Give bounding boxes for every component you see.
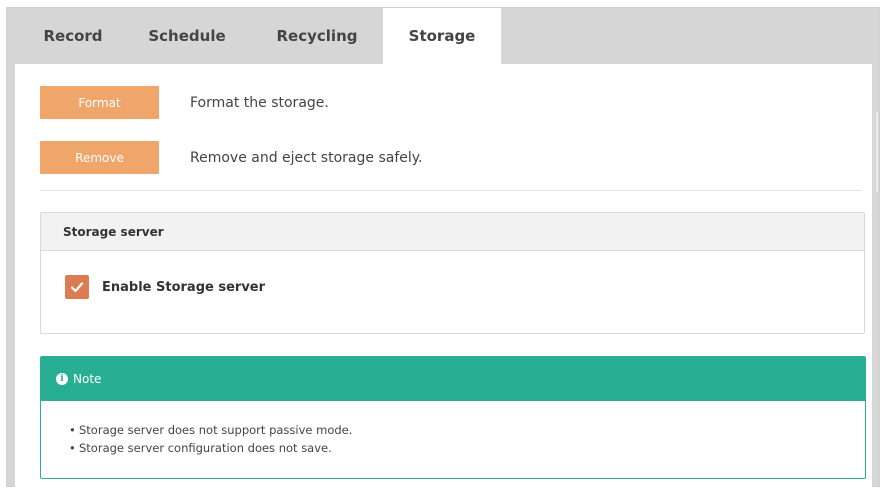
note-panel: i Note • Storage server does not support… [40, 356, 866, 479]
format-button[interactable]: Format [40, 86, 159, 119]
tab-storage[interactable]: Storage [383, 8, 501, 64]
format-row: Format Format the storage. [40, 86, 329, 119]
format-description: Format the storage. [190, 94, 329, 111]
tab-recycling[interactable]: Recycling [263, 8, 371, 64]
scroll-edge [876, 112, 878, 192]
note-item-text: Storage server does not support passive … [79, 423, 353, 437]
settings-frame: Record Schedule Recycling Storage Format… [6, 7, 880, 488]
storage-content: Format Format the storage. Remove Remove… [15, 64, 872, 488]
list-item: • Storage server configuration does not … [69, 441, 332, 455]
note-item-text: Storage server configuration does not sa… [79, 441, 332, 455]
tab-record[interactable]: Record [25, 8, 121, 64]
note-body: • Storage server does not support passiv… [41, 401, 865, 457]
note-title: Note [73, 372, 102, 386]
enable-storage-server-checkbox[interactable] [65, 275, 89, 299]
remove-row: Remove Remove and eject storage safely. [40, 141, 422, 174]
list-item: • Storage server does not support passiv… [69, 423, 353, 437]
tab-bar: Record Schedule Recycling Storage [7, 8, 879, 64]
remove-button[interactable]: Remove [40, 141, 159, 174]
checkmark-icon [70, 282, 84, 293]
tab-schedule[interactable]: Schedule [139, 8, 235, 64]
info-icon: i [56, 373, 68, 385]
remove-description: Remove and eject storage safely. [190, 149, 423, 166]
storage-server-panel: Storage server Enable Storage server [40, 212, 865, 334]
enable-storage-server-label: Enable Storage server [102, 279, 266, 295]
storage-server-title: Storage server [41, 213, 864, 251]
divider [40, 190, 862, 191]
note-header: i Note [41, 357, 865, 401]
enable-storage-server-row[interactable]: Enable Storage server [65, 275, 265, 299]
